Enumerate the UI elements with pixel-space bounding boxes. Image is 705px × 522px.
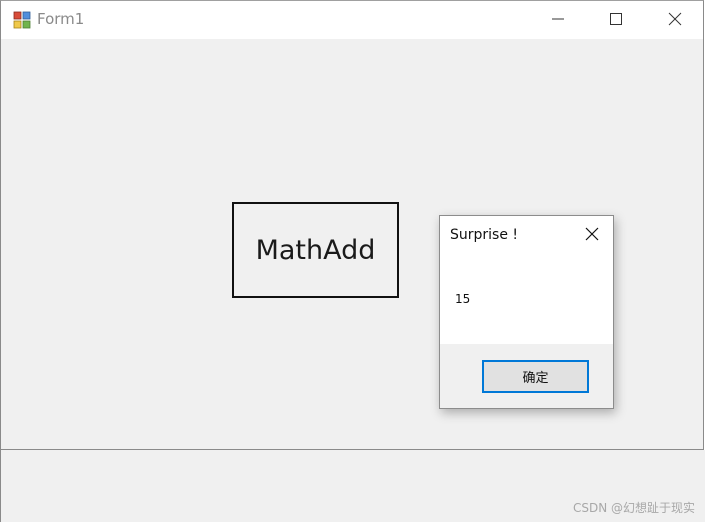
maximize-icon (609, 11, 623, 30)
minimize-button[interactable] (529, 1, 587, 39)
title-bar[interactable]: Form1 (1, 1, 703, 39)
ok-button[interactable]: 确定 (482, 360, 589, 393)
window-edge (0, 450, 1, 522)
math-add-button[interactable]: MathAdd (232, 202, 399, 298)
watermark-text: CSDN @幻想趾于现实 (572, 501, 695, 515)
app-icon (13, 11, 31, 29)
message-box-close-button[interactable] (580, 225, 604, 247)
window-title: Form1 (37, 10, 85, 28)
message-box-footer: 确定 (440, 344, 613, 408)
message-box[interactable]: Surprise ! 15 确定 (439, 215, 614, 409)
close-icon (584, 226, 600, 246)
close-button[interactable] (646, 1, 704, 39)
message-box-title: Surprise ! (450, 227, 519, 243)
message-box-text: 15 (455, 292, 471, 306)
minimize-icon (551, 11, 565, 30)
close-icon (668, 11, 682, 30)
maximize-button[interactable] (587, 1, 645, 39)
